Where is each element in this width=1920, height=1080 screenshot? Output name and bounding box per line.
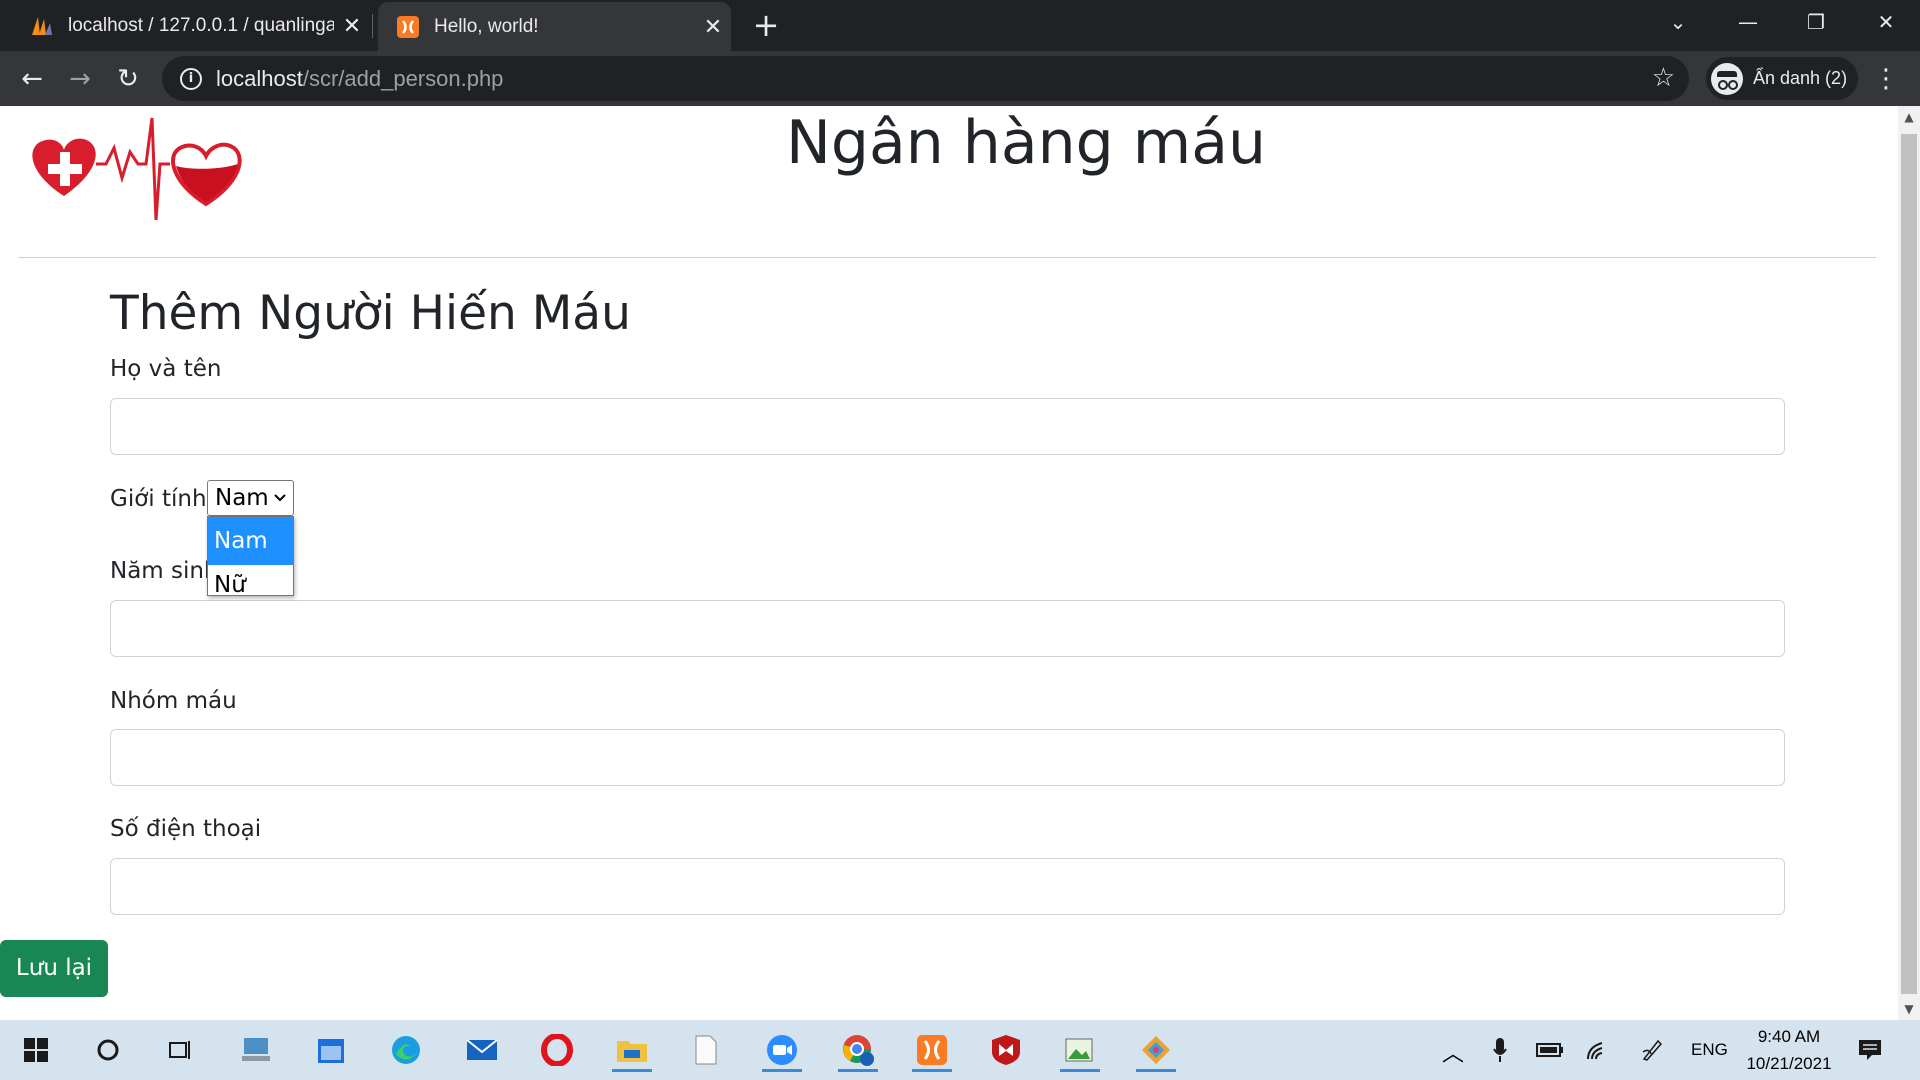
opera-icon[interactable] <box>533 1028 581 1072</box>
cortana-search-icon[interactable] <box>84 1028 132 1072</box>
active-indicator <box>1136 1069 1176 1072</box>
url-text[interactable]: localhost/scr/add_person.php <box>216 66 503 92</box>
microphone-icon[interactable] <box>1476 1028 1524 1072</box>
git-app-icon[interactable] <box>1132 1028 1180 1072</box>
calendar-icon[interactable] <box>307 1028 355 1072</box>
minimize-icon[interactable]: — <box>1720 0 1776 44</box>
profile-label: Ẩn danh (2) <box>1753 68 1848 88</box>
scrollbar-thumb[interactable] <box>1901 134 1917 994</box>
form-title: Thêm Người Hiến Máu <box>110 286 631 341</box>
bookmark-star-icon[interactable]: ☆ <box>1652 63 1675 93</box>
tab-phpmyadmin[interactable]: localhost / 127.0.0.1 / quanlingan ✕ <box>12 0 370 51</box>
close-tab-icon[interactable]: ✕ <box>334 13 370 39</box>
file-explorer-icon[interactable] <box>608 1028 656 1072</box>
save-button[interactable]: Lưu lại <box>0 940 108 997</box>
back-arrow-icon[interactable]: ← <box>12 59 52 99</box>
gender-select[interactable]: Nam <box>207 480 294 516</box>
active-indicator <box>912 1069 952 1072</box>
full-name-input[interactable] <box>110 398 1785 455</box>
tab-title: Hello, world! <box>434 15 539 37</box>
language-indicator[interactable]: ENG <box>1691 1040 1728 1060</box>
phpmyadmin-icon <box>30 14 54 38</box>
tab-strip: localhost / 127.0.0.1 / quanlingan ✕ Hel… <box>0 0 1920 51</box>
tab-separator <box>372 14 373 38</box>
blood-group-label: Nhóm máu <box>110 688 237 714</box>
image-editor-icon[interactable] <box>1056 1028 1104 1072</box>
site-title: Ngân hàng máu <box>785 108 1267 178</box>
clock-time[interactable]: 9:40 AM <box>1754 1027 1824 1047</box>
windows-start-icon[interactable] <box>12 1028 60 1072</box>
task-view-icon[interactable] <box>156 1028 204 1072</box>
forward-arrow-icon[interactable]: → <box>60 59 100 99</box>
blank-document-icon[interactable] <box>682 1028 730 1072</box>
pen-icon[interactable] <box>1628 1028 1676 1072</box>
blood-group-input[interactable] <box>110 729 1785 786</box>
active-indicator <box>1060 1069 1100 1072</box>
chrome-icon[interactable] <box>834 1028 882 1072</box>
xampp-taskbar-icon[interactable] <box>908 1028 956 1072</box>
phone-input[interactable] <box>110 858 1785 915</box>
site-info-icon[interactable]: i <box>180 67 202 90</box>
full-name-label: Họ và tên <box>110 356 222 382</box>
birth-year-label: Năm sinh <box>110 558 219 584</box>
gender-select-value: Nam <box>215 485 269 511</box>
birth-year-input[interactable] <box>110 600 1785 657</box>
vertical-scrollbar[interactable]: ▲ ▼ <box>1898 106 1920 1020</box>
phone-label: Số điện thoại <box>110 816 262 842</box>
header-divider <box>18 257 1876 258</box>
gender-option-nam[interactable]: Nam <box>208 517 293 565</box>
gender-option-nu[interactable]: Nữ <box>208 565 293 598</box>
mcafee-icon[interactable] <box>982 1028 1030 1072</box>
page-content: Ngân hàng máu Thêm Người Hiến Máu Họ và … <box>0 106 1898 1020</box>
restore-icon[interactable]: ❐ <box>1788 0 1844 44</box>
incognito-profile-button[interactable]: Ẩn danh (2) <box>1706 57 1858 100</box>
active-indicator <box>762 1069 802 1072</box>
incognito-icon <box>1711 62 1743 95</box>
xampp-icon <box>396 15 420 39</box>
scroll-up-icon[interactable]: ▲ <box>1898 106 1920 128</box>
close-tab-icon[interactable]: ✕ <box>695 14 731 40</box>
browser-toolbar: ← → ↻ i localhost/scr/add_person.php ☆ Ẩ… <box>0 51 1920 106</box>
windows-taskbar: ︿ ENG 9:40 AM 10/21/2021 <box>0 1020 1920 1080</box>
tab-search-chevron-icon[interactable]: ⌄ <box>1650 0 1706 44</box>
battery-icon[interactable] <box>1526 1028 1574 1072</box>
tab-title: localhost / 127.0.0.1 / quanlingan <box>68 14 334 36</box>
address-bar[interactable]: i localhost/scr/add_person.php ☆ <box>162 56 1689 101</box>
wifi-icon[interactable] <box>1574 1028 1622 1072</box>
reload-icon[interactable]: ↻ <box>108 59 148 99</box>
more-menu-icon[interactable]: ⋮ <box>1868 59 1904 99</box>
notification-center-icon[interactable] <box>1846 1028 1894 1072</box>
clock-date[interactable]: 10/21/2021 <box>1740 1054 1838 1074</box>
edge-browser-icon[interactable] <box>382 1028 430 1072</box>
active-indicator <box>838 1069 878 1072</box>
tab-hello-world[interactable]: Hello, world! ✕ <box>378 2 731 51</box>
gender-label: Giới tính <box>110 486 207 512</box>
show-hidden-icons-chevron-icon[interactable]: ︿ <box>1442 1036 1464 1068</box>
gender-dropdown-list: Nam Nữ <box>207 516 294 598</box>
mail-icon[interactable] <box>458 1028 506 1072</box>
new-tab-icon[interactable]: + <box>748 8 784 44</box>
zoom-icon[interactable] <box>758 1028 806 1072</box>
active-indicator <box>612 1069 652 1072</box>
this-pc-icon[interactable] <box>232 1028 280 1072</box>
close-window-icon[interactable]: ✕ <box>1858 0 1914 44</box>
scroll-down-icon[interactable]: ▼ <box>1898 998 1920 1020</box>
